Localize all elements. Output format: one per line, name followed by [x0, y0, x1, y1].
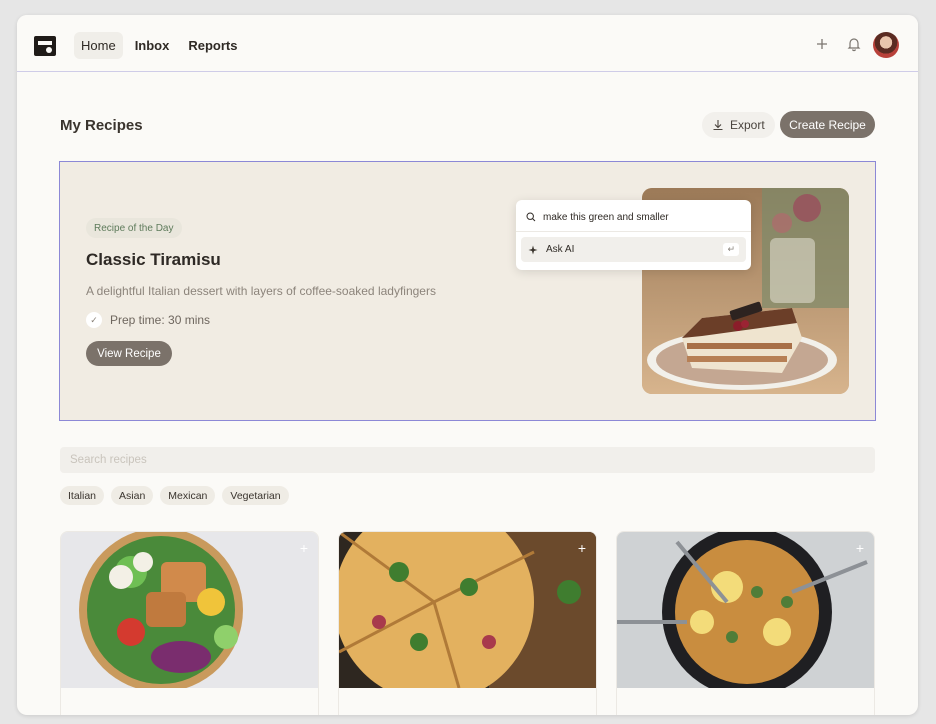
create-recipe-button[interactable]: Create Recipe [780, 111, 875, 138]
nav-home[interactable]: Home [74, 32, 123, 59]
search-icon [526, 212, 536, 222]
divider [516, 231, 751, 232]
main-nav: Home Inbox Reports [74, 32, 249, 59]
filter-chip-vegetarian[interactable]: Vegetarian [222, 486, 289, 505]
add-icon[interactable]: + [300, 540, 308, 556]
recipe-of-the-day-banner[interactable]: Recipe of the Day Classic Tiramisu A del… [59, 161, 876, 421]
add-icon[interactable]: + [856, 540, 864, 556]
cuisine-filters: Italian Asian Mexican Vegetarian [60, 486, 289, 505]
prep-time-label: Prep time: 30 mins [110, 313, 211, 327]
export-label: Export [730, 118, 765, 132]
paella-image [617, 532, 874, 688]
enter-key-icon: ↵ [723, 243, 739, 256]
download-icon [713, 120, 723, 131]
filter-chip-italian[interactable]: Italian [60, 486, 105, 505]
recipe-search-input[interactable] [60, 447, 875, 473]
page-header: My Recipes Export Create Recipe [60, 111, 875, 141]
filter-chip-asian[interactable]: Asian [111, 486, 154, 505]
app-window: Home Inbox Reports My Recipes Export Cre… [17, 15, 918, 715]
hero-description: A delightful Italian dessert with layers… [86, 284, 436, 298]
add-icon[interactable] [814, 36, 830, 52]
pizza-image [339, 532, 596, 688]
page-title: My Recipes [60, 117, 143, 134]
nav-reports[interactable]: Reports [181, 32, 244, 59]
ask-ai-option[interactable]: Ask AI ↵ [521, 237, 746, 262]
app-logo[interactable] [34, 36, 56, 56]
user-avatar[interactable] [873, 32, 899, 58]
ai-prompt-input[interactable] [543, 211, 733, 223]
recipe-card[interactable]: + [338, 531, 597, 715]
add-icon[interactable]: + [578, 540, 586, 556]
hero-title: Classic Tiramisu [86, 250, 221, 269]
recipe-card[interactable]: + [60, 531, 319, 715]
check-icon: ✓ [86, 312, 102, 328]
ai-command-popup: Ask AI ↵ [516, 200, 751, 270]
nav-inbox[interactable]: Inbox [128, 32, 177, 59]
export-button[interactable]: Export [702, 112, 775, 138]
filter-chip-mexican[interactable]: Mexican [160, 486, 216, 505]
recipe-card[interactable]: + [616, 531, 875, 715]
salad-bowl-image [61, 532, 318, 688]
recipe-of-the-day-badge: Recipe of the Day [86, 218, 182, 238]
top-navigation-bar: Home Inbox Reports [17, 15, 918, 72]
view-recipe-button[interactable]: View Recipe [86, 341, 172, 366]
bell-icon[interactable] [846, 36, 862, 52]
ask-ai-label: Ask AI [546, 244, 575, 255]
ai-input-row [526, 208, 741, 226]
sparkle-icon [528, 245, 538, 254]
prep-time: ✓ Prep time: 30 mins [86, 312, 210, 328]
